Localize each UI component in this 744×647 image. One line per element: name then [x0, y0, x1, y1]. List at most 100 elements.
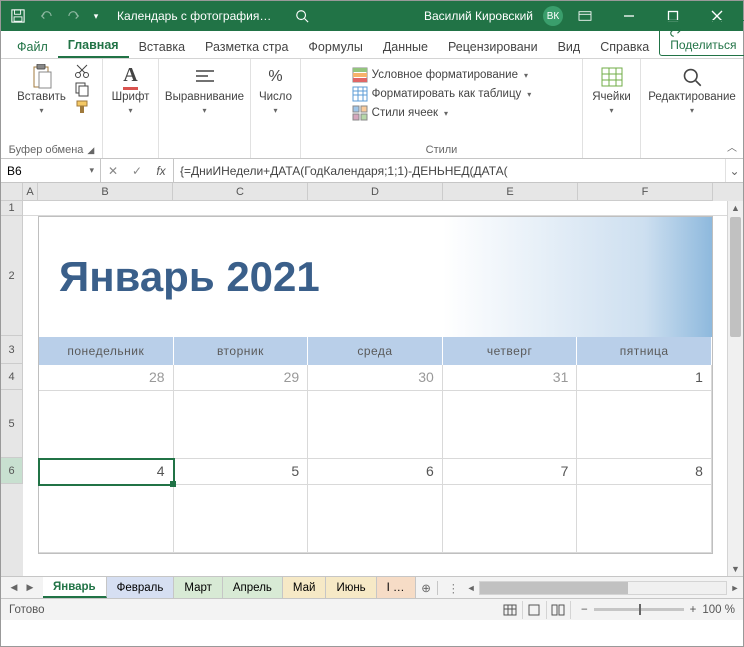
number-dropdown[interactable]: % Число ▾: [255, 63, 296, 117]
tab-help[interactable]: Справка: [590, 35, 659, 58]
normal-view-button[interactable]: [499, 601, 523, 619]
scroll-right-icon[interactable]: ►: [727, 583, 743, 593]
calendar-cell[interactable]: 29: [174, 365, 309, 391]
select-all-corner[interactable]: [1, 183, 23, 201]
enter-formula-button[interactable]: ✓: [125, 164, 149, 178]
col-header[interactable]: E: [443, 183, 578, 201]
paste-button[interactable]: Вставить ▾: [13, 63, 70, 117]
new-sheet-button[interactable]: ⊕: [416, 581, 438, 595]
conditional-formatting-button[interactable]: Условное форматирование▾: [352, 67, 528, 83]
page-break-view-button[interactable]: [547, 601, 571, 619]
zoom-level[interactable]: 100 %: [702, 604, 735, 616]
cells-dropdown[interactable]: Ячейки ▾: [588, 63, 635, 117]
calendar-cell[interactable]: [174, 485, 309, 553]
minimize-button[interactable]: [607, 1, 651, 31]
ribbon-display-button[interactable]: [563, 1, 607, 31]
search-button[interactable]: [289, 4, 315, 28]
scroll-thumb[interactable]: [480, 582, 628, 594]
calendar-cell[interactable]: [443, 485, 578, 553]
scroll-down-icon[interactable]: ▼: [728, 562, 743, 576]
row-header[interactable]: 5: [1, 390, 23, 458]
tab-formulas[interactable]: Формулы: [298, 35, 372, 58]
scroll-left-icon[interactable]: ◄: [463, 583, 479, 593]
page-layout-view-button[interactable]: [523, 601, 547, 619]
calendar-cell[interactable]: [308, 485, 443, 553]
calendar-cell[interactable]: [39, 485, 174, 553]
redo-button[interactable]: [61, 4, 87, 28]
calendar-cell[interactable]: 5: [174, 459, 309, 485]
calendar-cell-selected[interactable]: 4: [39, 459, 174, 485]
save-button[interactable]: [5, 4, 31, 28]
expand-formula-bar[interactable]: ⌄: [725, 159, 743, 182]
cell-area[interactable]: Январь 2021 понедельник вторник среда че…: [23, 201, 743, 576]
sheet-tab[interactable]: Март: [174, 577, 223, 598]
calendar-cell[interactable]: [39, 391, 174, 459]
tab-insert[interactable]: Вставка: [129, 35, 195, 58]
col-header[interactable]: B: [38, 183, 173, 201]
qat-customize[interactable]: ▾: [89, 4, 103, 28]
cell-styles-button[interactable]: Стили ячеек▾: [352, 105, 448, 121]
horizontal-scrollbar[interactable]: ⋮ ◄ ►: [444, 581, 743, 595]
chevron-down-icon[interactable]: ▾: [89, 165, 94, 176]
sheet-tab[interactable]: Май: [283, 577, 327, 598]
calendar-cell[interactable]: 28: [39, 365, 174, 391]
vertical-scrollbar[interactable]: ▲ ▼: [727, 201, 743, 576]
calendar-cell[interactable]: [443, 391, 578, 459]
sheet-nav-next[interactable]: ►: [23, 582, 37, 594]
calendar-cell[interactable]: [308, 391, 443, 459]
col-header[interactable]: D: [308, 183, 443, 201]
formula-input[interactable]: {=ДниИНедели+ДАТА(ГодКалендаря;1;1)-ДЕНЬ…: [174, 159, 725, 182]
zoom-out-button[interactable]: −: [581, 604, 588, 616]
cancel-formula-button[interactable]: ✕: [101, 164, 125, 178]
tab-data[interactable]: Данные: [373, 35, 438, 58]
calendar-cell[interactable]: 8: [577, 459, 712, 485]
row-header[interactable]: 6: [1, 458, 23, 484]
tab-review[interactable]: Рецензировани: [438, 35, 548, 58]
user-avatar[interactable]: ВК: [543, 6, 563, 26]
tab-home[interactable]: Главная: [58, 33, 129, 58]
tab-view[interactable]: Вид: [548, 35, 591, 58]
calendar-cell[interactable]: 30: [308, 365, 443, 391]
row-header[interactable]: 1: [1, 201, 23, 216]
user-name[interactable]: Василий Кировский: [424, 9, 533, 23]
status-bar: Готово − + 100 %: [1, 598, 743, 620]
calendar-cell[interactable]: 7: [443, 459, 578, 485]
scroll-up-icon[interactable]: ▲: [728, 201, 743, 215]
col-header[interactable]: A: [23, 183, 38, 201]
col-header[interactable]: C: [173, 183, 308, 201]
editing-dropdown[interactable]: Редактирование ▾: [644, 63, 740, 117]
copy-button[interactable]: [74, 81, 90, 97]
alignment-dropdown[interactable]: Выравнивание ▾: [161, 63, 248, 117]
col-header[interactable]: F: [578, 183, 713, 201]
calendar-cell[interactable]: 6: [308, 459, 443, 485]
calendar-cell[interactable]: [174, 391, 309, 459]
calendar-cell[interactable]: [577, 391, 712, 459]
sheet-tab[interactable]: Июнь: [326, 577, 376, 598]
sheet-tab[interactable]: І …: [377, 577, 416, 598]
clipboard-launcher[interactable]: ◢: [87, 145, 94, 155]
name-box[interactable]: B6 ▾: [1, 159, 101, 182]
tab-file[interactable]: Файл: [7, 35, 58, 58]
row-header[interactable]: 3: [1, 336, 23, 364]
sheet-tab[interactable]: Апрель: [223, 577, 283, 598]
calendar-cell[interactable]: [577, 485, 712, 553]
zoom-in-button[interactable]: +: [690, 604, 697, 616]
scroll-thumb[interactable]: [730, 217, 741, 337]
sheet-nav-prev[interactable]: ◄: [7, 582, 21, 594]
undo-button[interactable]: [33, 4, 59, 28]
calendar-cell[interactable]: 1: [577, 365, 712, 391]
cut-button[interactable]: [74, 63, 90, 79]
tab-layout[interactable]: Разметка стра: [195, 35, 298, 58]
sheet-tab[interactable]: Январь: [43, 577, 107, 598]
format-painter-button[interactable]: [74, 99, 90, 115]
collapse-ribbon-button[interactable]: ︿: [727, 139, 737, 154]
calendar-cell[interactable]: 31: [443, 365, 578, 391]
font-dropdown[interactable]: A Шрифт ▾: [108, 63, 154, 117]
insert-function-button[interactable]: fx: [149, 164, 173, 178]
row-header[interactable]: 4: [1, 364, 23, 390]
row-header[interactable]: 2: [1, 216, 23, 336]
sheet-tab[interactable]: Февраль: [107, 577, 175, 598]
share-button[interactable]: Поделиться: [659, 20, 744, 56]
format-as-table-button[interactable]: Форматировать как таблицу▾: [352, 86, 532, 102]
zoom-slider[interactable]: [594, 608, 684, 611]
